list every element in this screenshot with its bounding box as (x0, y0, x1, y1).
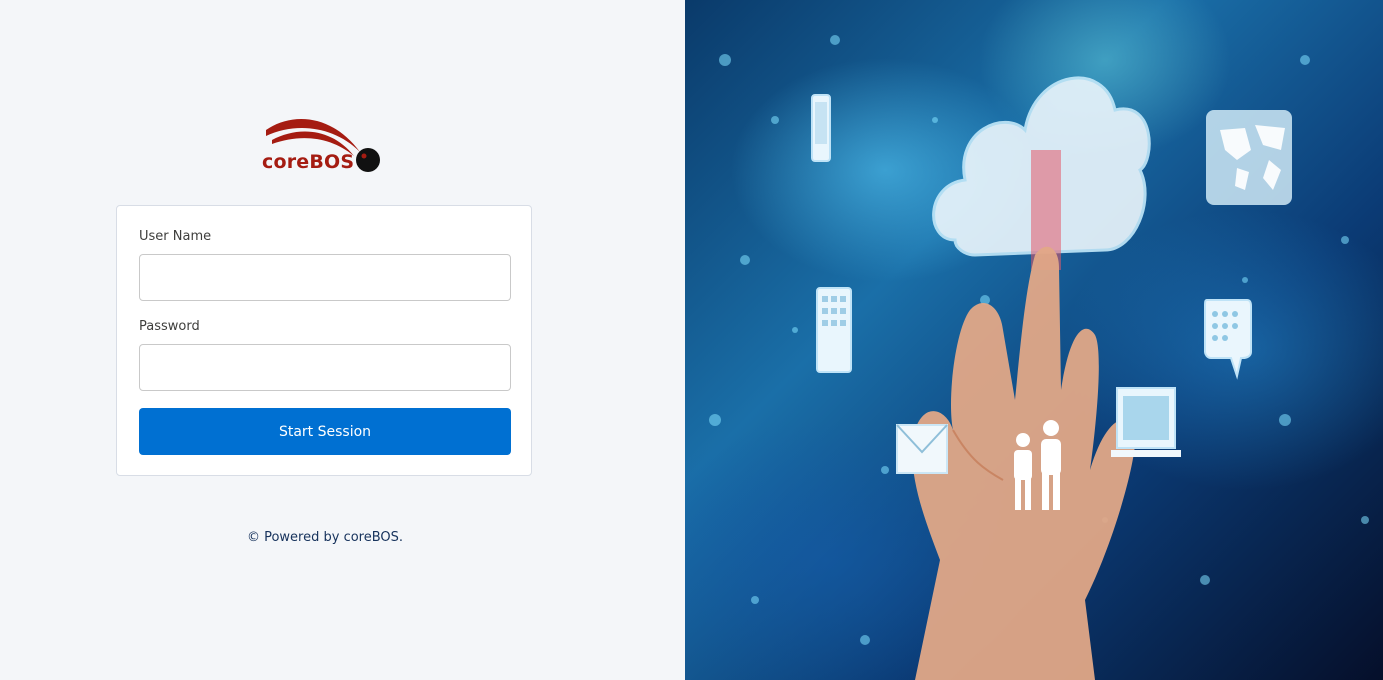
world-map-icon (1206, 110, 1292, 205)
laptop-icon (1111, 387, 1181, 457)
hero-image (685, 0, 1383, 680)
chat-bubble-icon (1204, 299, 1252, 380)
password-label: Password (139, 319, 200, 334)
hero-illustration (709, 35, 1369, 680)
phone-icon (811, 94, 831, 162)
corebos-logo: coreBOS (262, 112, 384, 178)
envelope-icon (896, 424, 948, 474)
powered-by-footer: © Powered by coreBOS. (246, 530, 404, 545)
login-pane: coreBOS User Name Password Start Session… (0, 0, 685, 680)
login-page: coreBOS User Name Password Start Session… (0, 0, 1383, 680)
username-input[interactable] (139, 254, 511, 301)
cloud-icon (932, 76, 1151, 270)
tablet-icon (816, 287, 852, 373)
username-label: User Name (139, 229, 212, 244)
logo-text: coreBOS (262, 151, 355, 173)
login-form: User Name Password Start Session (116, 205, 532, 476)
start-session-button[interactable]: Start Session (139, 408, 511, 455)
password-input[interactable] (139, 344, 511, 391)
